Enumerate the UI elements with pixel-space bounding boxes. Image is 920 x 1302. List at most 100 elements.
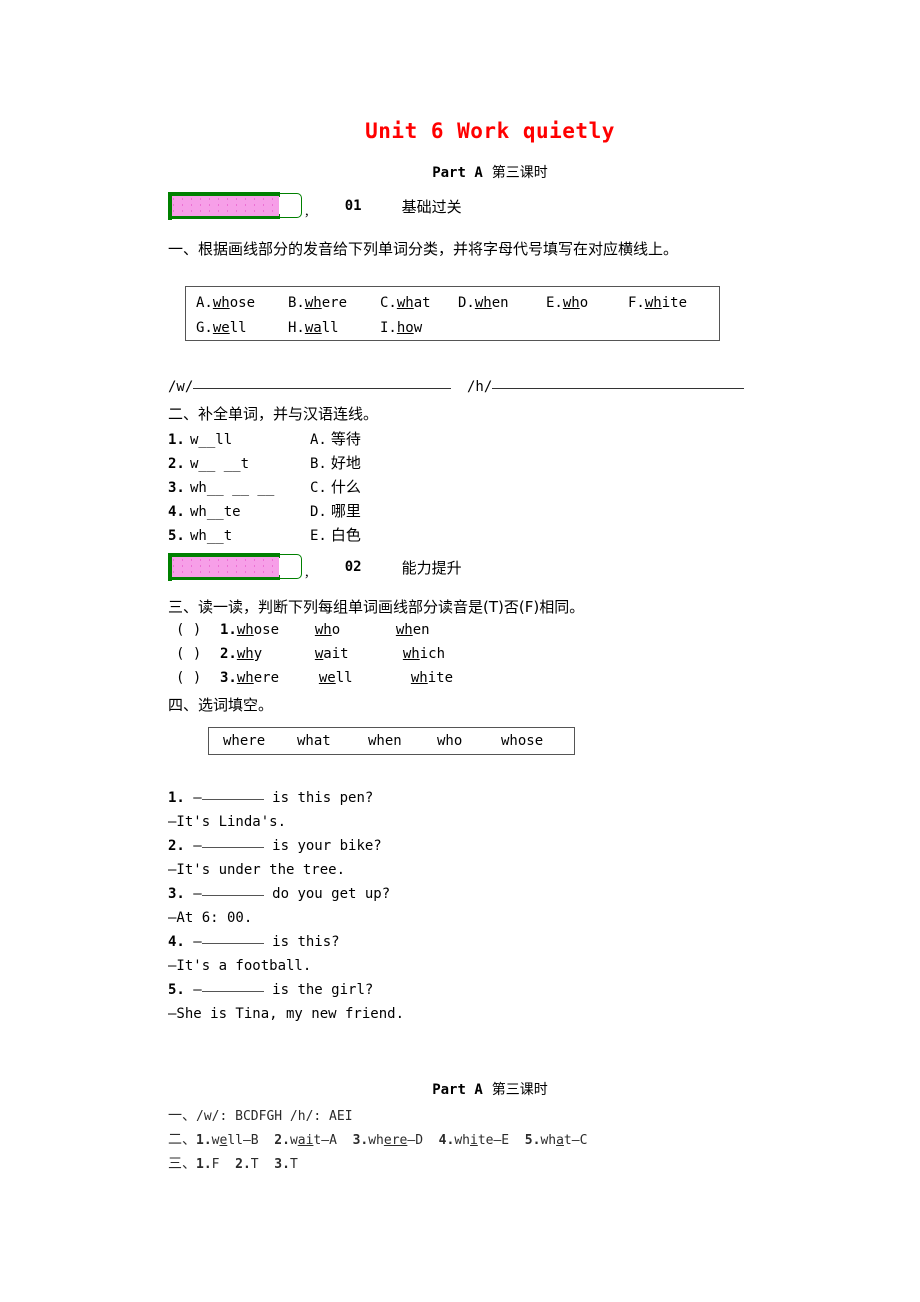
- fill-question[interactable]: 1. — is this pen?: [168, 790, 373, 806]
- answer-key-row-1: 一、/w/: BCDFGH /h/: AEI: [168, 1105, 353, 1125]
- item-number: 5.: [168, 528, 185, 544]
- truefalse-row[interactable]: ( ) 1.whose who when: [176, 622, 430, 639]
- item-word: wh__te: [190, 504, 241, 520]
- item-number: 3.: [168, 886, 185, 902]
- fill-question[interactable]: 3. — do you get up?: [168, 886, 390, 902]
- wordbank-item: A.whose: [196, 295, 256, 311]
- fill-answer: —It's under the tree.: [168, 862, 346, 878]
- fill-answer: —It's Linda's.: [168, 814, 287, 830]
- item-number: 4.: [168, 504, 185, 520]
- item-meaning: 等待: [330, 430, 361, 448]
- tf-word: wait: [314, 646, 349, 662]
- wordbank-item: I.how: [380, 320, 423, 336]
- exercise4-wordbank-box: where what when who whose: [208, 727, 575, 755]
- truefalse-row[interactable]: ( ) 2.why wait which: [176, 646, 445, 663]
- item-number: 1.: [168, 790, 185, 806]
- item-meaning: 什么: [330, 478, 361, 496]
- question-tail: is your bike?: [263, 838, 382, 854]
- tf-answer-box[interactable]: ( ): [176, 646, 220, 662]
- fill-blank[interactable]: [201, 943, 264, 944]
- exercise1-heading: 一、根据画线部分的发音给下列单词分类，并将字母代号填写在对应横线上。: [168, 240, 679, 258]
- question-tail: is this pen?: [263, 790, 374, 806]
- item-number: 3.: [220, 670, 237, 686]
- fill-answer: —At 6: 00.: [168, 910, 253, 926]
- phoneme-label-h: /h/: [467, 379, 493, 395]
- section-label-02: 能力提升: [401, 558, 462, 577]
- item-option-letter: A.: [310, 432, 327, 448]
- wordbank-item: C.what: [380, 295, 431, 311]
- item-meaning: 哪里: [330, 502, 361, 520]
- item-number: 2.: [220, 646, 237, 662]
- item-word: w__ll: [190, 432, 233, 448]
- tf-word: where: [236, 670, 280, 686]
- wordbank-item: B.where: [288, 295, 348, 311]
- exercise2-heading: 二、补全单词，并与汉语连线。: [168, 405, 379, 423]
- match-row[interactable]: 2. w__ __t B. 好地: [168, 452, 361, 473]
- tf-word: which: [402, 646, 446, 662]
- item-number: 3.: [168, 480, 185, 496]
- wordbank-word: when: [368, 733, 402, 749]
- match-row[interactable]: 5. wh__t E. 白色: [168, 524, 361, 545]
- page-subtitle: Part A 第三课时: [0, 162, 920, 182]
- worksheet-page: Unit 6 Work quietly Part A 第三课时 , 01 基础过关…: [0, 0, 920, 1302]
- section-label-01: 基础过关: [401, 197, 462, 216]
- match-row[interactable]: 3. wh__ __ __ C. 什么: [168, 476, 361, 497]
- wordbank-word: who: [437, 733, 463, 749]
- fill-blank[interactable]: [201, 847, 264, 848]
- fill-answer: —It's a football.: [168, 958, 312, 974]
- item-word: w__ __t: [190, 456, 250, 472]
- badge-comma: ,: [305, 564, 309, 580]
- answer-line-h[interactable]: /h/: [467, 379, 745, 395]
- match-row[interactable]: 1. w__ll A. 等待: [168, 428, 361, 449]
- phoneme-label-w: /w/: [168, 379, 194, 395]
- item-option-letter: B.: [310, 456, 327, 472]
- wordbank-item: D.when: [458, 295, 509, 311]
- fill-question[interactable]: 5. — is the girl?: [168, 982, 373, 998]
- section-header-02: , 02 能力提升: [168, 552, 462, 582]
- wordbank-word: what: [297, 733, 331, 749]
- match-row[interactable]: 4. wh__te D. 哪里: [168, 500, 361, 521]
- section-badge-icon: [168, 553, 304, 581]
- answer-key-label: 二、: [168, 1132, 196, 1148]
- tf-answer-box[interactable]: ( ): [176, 670, 220, 686]
- item-option-letter: C.: [310, 480, 327, 496]
- item-number: 5.: [168, 982, 185, 998]
- fill-question[interactable]: 2. — is your bike?: [168, 838, 382, 854]
- tf-word: why: [236, 646, 263, 662]
- item-number: 2.: [168, 838, 185, 854]
- tf-answer-box[interactable]: ( ): [176, 622, 220, 638]
- answer-key-label: 一、: [168, 1108, 196, 1124]
- wordbank-item: E.who: [546, 295, 589, 311]
- wordbank-item: G.well: [196, 320, 247, 336]
- subtitle-lesson: 第三课时: [491, 165, 548, 181]
- answer-key-title: Part A 第三课时: [0, 1079, 920, 1099]
- item-number: 1.: [220, 622, 237, 638]
- answer-key-body: 1.well—B 2.wait—A 3.where—D 4.white—E 5.…: [196, 1133, 588, 1148]
- tf-word: white: [410, 670, 454, 686]
- wordbank-item: H.wall: [288, 320, 339, 336]
- page-title: Unit 6 Work quietly: [365, 119, 615, 143]
- truefalse-row[interactable]: ( ) 3.where well white: [176, 670, 453, 687]
- wordbank-item: F.white: [628, 295, 688, 311]
- fill-blank[interactable]: [201, 799, 264, 800]
- exercise3-heading: 三、读一读，判断下列每组单词画线部分读音是(T)否(F)相同。: [168, 598, 585, 616]
- fill-question[interactable]: 4. — is this?: [168, 934, 340, 950]
- wordbank-word: whose: [501, 733, 544, 749]
- section-badge-icon: [168, 192, 304, 220]
- wordbank-row-1: A.whose B.where C.what D.when E.who F.white: [196, 291, 709, 316]
- badge-comma: ,: [305, 203, 309, 219]
- answer-key-row-2: 二、1.well—B 2.wait—A 3.where—D 4.white—E …: [168, 1129, 587, 1149]
- exercise4-heading: 四、选词填空。: [168, 696, 274, 714]
- question-tail: is the girl?: [263, 982, 374, 998]
- fill-blank[interactable]: [201, 895, 264, 896]
- exercise1-wordbank-box: A.whose B.where C.what D.when E.who F.white G…: [185, 286, 720, 341]
- answer-key-part: Part A: [432, 1082, 483, 1098]
- fill-blank[interactable]: [201, 991, 264, 992]
- section-number-01: 01: [344, 198, 362, 214]
- answer-line-w[interactable]: /w/: [168, 379, 452, 395]
- item-number: 2.: [168, 456, 185, 472]
- answer-key-body: 1.F 2.T 3.T: [196, 1157, 298, 1172]
- item-option-letter: D.: [310, 504, 327, 520]
- subtitle-part: Part A: [432, 165, 483, 181]
- answer-key-label: 三、: [168, 1156, 196, 1172]
